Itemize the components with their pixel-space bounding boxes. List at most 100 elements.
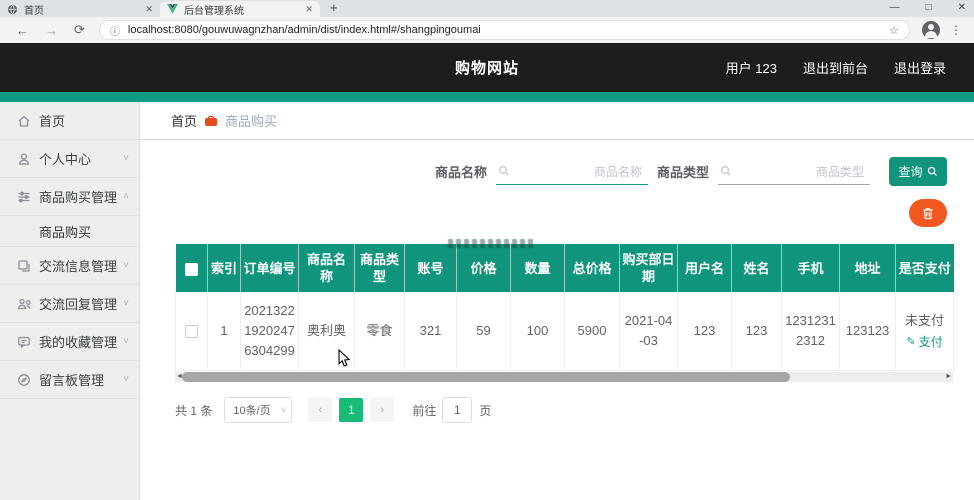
sidebar-item-label: 交流回复管理 [39,297,118,312]
column-header: 价格 [456,244,511,292]
header-username: 用户 123 [725,61,777,76]
search-icon [927,166,937,176]
sidebar-item-exchange-reply-mgmt[interactable]: 交流回复管理 ˅ [0,285,139,323]
product-name-label: 商品名称 [434,165,487,180]
home-icon [17,114,31,128]
column-header: 用户名 [677,244,732,292]
pagination-total: 共 1 条 [175,403,213,418]
window-minimize-button[interactable]: — [890,2,900,13]
delete-button[interactable] [909,199,947,227]
browser-tab-home[interactable]: 首页 ✕ [0,1,160,17]
new-tab-button[interactable]: + [330,0,338,15]
logout-link[interactable]: 退出登录 [894,58,946,77]
cell-price: 59 [456,292,511,371]
sidebar-item-exchange-info-mgmt[interactable]: 交流信息管理 ˅ [0,247,139,285]
cell-account: 321 [404,292,457,371]
sidebar-item-personal-center[interactable]: 个人中心 ˅ [0,140,139,178]
breadcrumb-current: 商品购买 [225,114,278,129]
sidebar-item-favorites-mgmt[interactable]: 我的收藏管理 ˅ [0,323,139,361]
documents-icon [17,259,31,273]
pagination: 共 1 条 10条/页 ˅ ‹ 1 › 前往 页 [175,397,947,423]
window-close-button[interactable]: ✕ [958,2,966,13]
row-select-cell [175,292,208,371]
table-horizontal-scrollbar[interactable]: ◄ ► [175,372,953,382]
watermark [448,239,536,248]
table-header-row: 索引 订单编号 商品名称 商品类型 账号 价格 数量 总价格 购买部日期 用户名… [175,244,954,292]
operation-icon [17,190,31,204]
chevron-down-icon: ˅ [123,374,129,385]
url-text[interactable]: localhost:8080/gouwuwagnzhan/admin/dist/… [128,24,889,36]
sidebar-subitem-label: 商品购买 [39,224,92,240]
exit-to-front-link[interactable]: 退出到前台 [803,58,868,77]
column-header: 总价格 [564,244,620,292]
page-size-value: 10条/页 [233,405,271,417]
breadcrumb-home[interactable]: 首页 [171,111,197,130]
cell-total-price: 5900 [564,292,620,371]
chevron-down-icon: ˅ [123,153,129,164]
table-row: 1 202132219202476304299 奥利奥 零食 321 59 10… [175,292,954,371]
current-page-button[interactable]: 1 [339,398,364,422]
sidebar-item-purchase-mgmt[interactable]: 商品购买管理 ˄ [0,178,139,216]
tab-title: 首页 [24,5,44,17]
next-page-button[interactable]: › [370,398,395,422]
browser-toolbar: ← → ⟳ ⓘ localhost:8080/gouwuwagnzhan/adm… [0,17,974,43]
prev-page-button[interactable]: ‹ [308,398,333,422]
refresh-icon[interactable]: ⟳ [74,22,85,38]
column-header: 账号 [404,244,457,292]
product-name-placeholder: 商品名称 [593,164,642,179]
product-type-label: 商品类型 [656,165,709,180]
pay-action-link[interactable]: ✎ 支付 [906,332,942,352]
select-all-checkbox[interactable] [184,262,198,276]
chevron-down-icon: ˅ [280,404,287,416]
page-size-select[interactable]: 10条/页 ˅ [224,397,293,423]
goto-page-input[interactable] [442,397,473,423]
app-header: 购物网站 用户 123 退出到前台 退出登录 [0,43,974,92]
tab-close-icon[interactable]: ✕ [305,4,313,15]
scrollbar-thumb[interactable] [182,372,790,382]
select-all-header [175,244,208,292]
forward-icon[interactable]: → [45,23,58,38]
breadcrumb: 首页 商品购买 [141,102,974,140]
main-content: 首页 商品购买 商品名称 商品名称 商品类型 商品类型 查询 索引 订单编号 商… [141,102,974,500]
sidebar-subitem-product-purchase[interactable]: 商品购买 [0,216,139,247]
user-icon [17,152,31,166]
screen: 首页 ✕ 后台管理系统 ✕ + — □ ✕ ← → ⟳ ⓘ localhost:… [0,0,974,500]
chevron-up-icon: ˄ [123,191,129,202]
compass-icon [17,373,31,387]
cell-buy-date: 2021-04-03 [619,292,678,371]
column-header: 订单编号 [240,244,299,292]
cell-address: 123123 [839,292,896,371]
address-bar[interactable]: ⓘ localhost:8080/gouwuwagnzhan/admin/dis… [98,20,910,40]
window-maximize-button[interactable]: □ [926,2,932,13]
trash-icon [923,207,933,219]
product-type-input[interactable]: 商品类型 [718,159,870,185]
chevron-down-icon: ˅ [123,298,129,309]
column-header: 手机 [781,244,840,292]
cell-quantity: 100 [510,292,565,371]
browser-profile-avatar[interactable] [922,21,940,39]
product-name-input[interactable]: 商品名称 [495,159,648,185]
goto-unit: 页 [479,403,492,418]
sidebar-item-label: 首页 [39,114,66,129]
sidebar: 首页 个人中心 ˅ 商品购买管理 ˄ 商品购买 交流信息管理 ˅ 交流回复管理 … [0,102,140,500]
column-header: 姓名 [731,244,782,292]
tab-title: 后台管理系统 [184,5,244,17]
column-header: 购买部日期 [619,244,678,292]
page-info-icon[interactable]: ⓘ [110,23,120,38]
sidebar-item-message-board-mgmt[interactable]: 留言板管理 ˅ [0,361,139,399]
row-checkbox[interactable] [185,325,198,339]
scroll-right-icon[interactable]: ► [945,372,952,382]
sidebar-item-home[interactable]: 首页 [0,102,139,140]
column-header: 是否支付 [895,244,954,292]
bookmark-star-icon[interactable]: ☆ [889,24,899,37]
query-button[interactable]: 查询 [889,157,947,186]
mouse-cursor [338,349,351,367]
product-type-placeholder: 商品类型 [815,164,864,179]
browser-tab-admin[interactable]: 后台管理系统 ✕ [160,1,320,17]
back-icon[interactable]: ← [16,23,29,38]
chat-icon [17,335,31,349]
browser-menu-icon[interactable]: ⋮ [950,23,962,37]
tab-close-icon[interactable]: ✕ [145,4,153,15]
vue-favicon-icon [167,3,178,15]
cell-product-type: 零食 [354,292,405,371]
